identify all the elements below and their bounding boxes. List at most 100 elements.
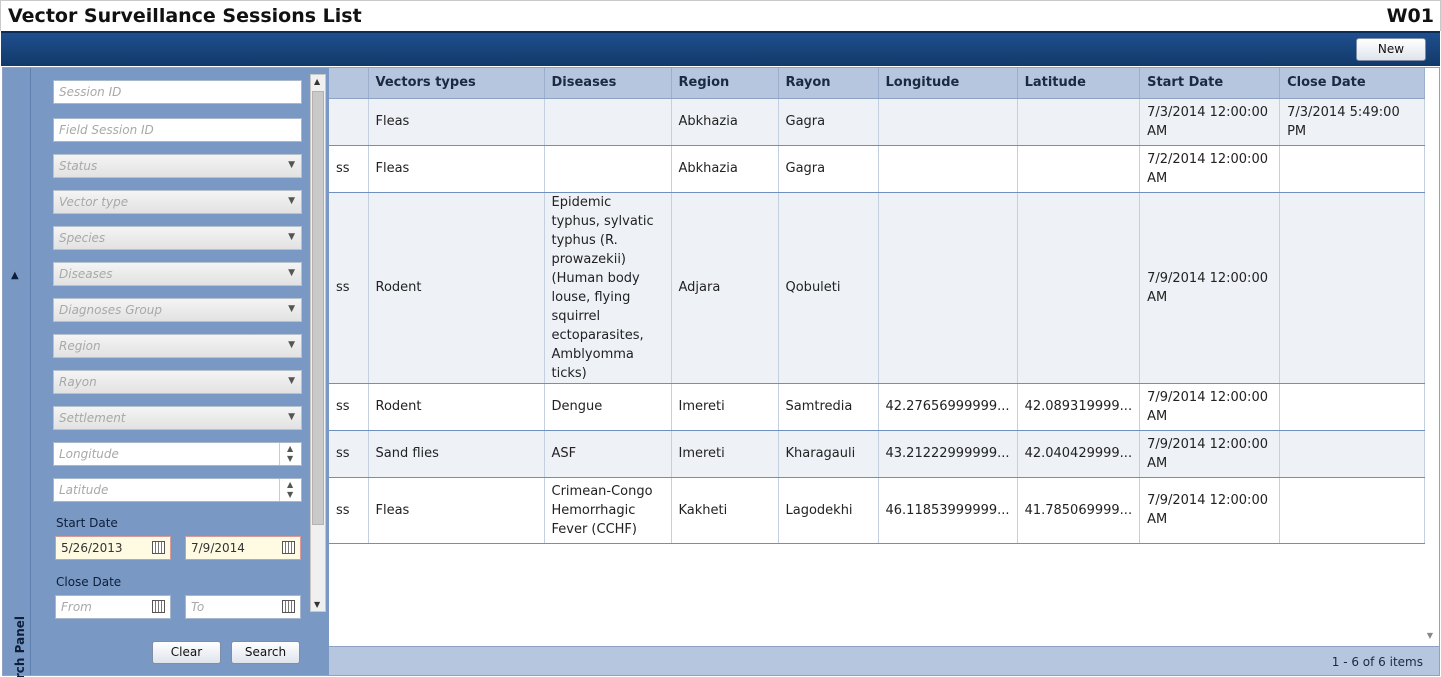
calendar-icon[interactable] bbox=[282, 541, 295, 554]
cell-status: ss bbox=[329, 383, 369, 431]
start-date-label: Start Date bbox=[56, 516, 118, 530]
column-header-region[interactable]: Region bbox=[671, 68, 779, 99]
table-row[interactable]: ss Rodent Dengue Imereti Samtredia 42.27… bbox=[329, 383, 1426, 431]
cell-status bbox=[329, 98, 369, 146]
start-date-to-input[interactable]: 7/9/2014 bbox=[185, 536, 301, 560]
settlement-select[interactable]: Settlement ▼ bbox=[53, 406, 302, 430]
table-row[interactable]: ss Rodent Epidemic typhus, sylvatic typh… bbox=[329, 192, 1426, 384]
pager-info: 1 - 6 of 6 items bbox=[1331, 655, 1423, 669]
cell-latitude bbox=[1017, 98, 1141, 146]
scroll-down-icon[interactable]: ▼ bbox=[314, 600, 320, 609]
close-date-to-input[interactable]: To bbox=[185, 595, 301, 619]
search-panel-scrollbar[interactable]: ▲ ▼ bbox=[310, 74, 326, 612]
column-header-diseases[interactable]: Diseases bbox=[544, 68, 672, 99]
cell-rayon: Qobuleti bbox=[778, 192, 879, 384]
start-date-from-input[interactable]: 5/26/2013 bbox=[55, 536, 171, 560]
cell-diseases: ASF bbox=[544, 430, 672, 478]
rayon-select[interactable]: Rayon ▼ bbox=[53, 370, 302, 394]
cell-longitude bbox=[878, 192, 1018, 384]
vector-type-select[interactable]: Vector type ▼ bbox=[53, 190, 302, 214]
session-id-input[interactable]: Session ID bbox=[53, 80, 302, 104]
chevron-down-icon: ▼ bbox=[288, 340, 295, 350]
scroll-down-icon[interactable]: ▼ bbox=[1427, 631, 1433, 640]
new-button[interactable]: New bbox=[1356, 38, 1426, 61]
cell-diseases: Epidemic typhus, sylvatic typhus (R. pro… bbox=[544, 192, 672, 384]
calendar-icon[interactable] bbox=[152, 541, 165, 554]
cell-diseases: Dengue bbox=[544, 383, 672, 431]
cell-close-date bbox=[1279, 192, 1426, 384]
scrollbar-thumb[interactable] bbox=[312, 91, 324, 525]
column-header-status[interactable] bbox=[329, 68, 369, 99]
cell-region: Kakheti bbox=[671, 477, 779, 544]
content-area: ▲ Search Panel Session ID Field Session … bbox=[2, 67, 1440, 677]
cell-vectors: Rodent bbox=[368, 383, 545, 431]
cell-longitude: 42.27656999999... bbox=[878, 383, 1018, 431]
longitude-input[interactable]: Longitude ▲ ▼ bbox=[53, 442, 302, 466]
longitude-spinner[interactable]: ▲ ▼ bbox=[279, 443, 301, 465]
cell-latitude bbox=[1017, 192, 1141, 384]
longitude-placeholder: Longitude bbox=[59, 447, 119, 461]
cell-diseases bbox=[544, 145, 672, 193]
calendar-icon[interactable] bbox=[152, 600, 165, 613]
page-title: Vector Surveillance Sessions List bbox=[8, 5, 362, 27]
cell-close-date bbox=[1279, 145, 1426, 193]
cell-start-date: 7/2/2014 12:00:00 AM bbox=[1139, 145, 1281, 193]
column-header-start-date[interactable]: Start Date bbox=[1139, 68, 1281, 99]
species-select[interactable]: Species ▼ bbox=[53, 226, 302, 250]
cell-status: ss bbox=[329, 477, 369, 544]
region-select[interactable]: Region ▼ bbox=[53, 334, 302, 358]
column-header-latitude[interactable]: Latitude bbox=[1017, 68, 1141, 99]
spin-up-icon[interactable]: ▲ bbox=[287, 480, 293, 489]
latitude-spinner[interactable]: ▲ ▼ bbox=[279, 479, 301, 501]
chevron-down-icon: ▼ bbox=[288, 376, 295, 386]
table-row[interactable]: ss Fleas Abkhazia Gagra 7/2/2014 12:00:0… bbox=[329, 145, 1426, 193]
spin-down-icon[interactable]: ▼ bbox=[287, 490, 293, 499]
cell-rayon: Gagra bbox=[778, 98, 879, 146]
column-header-rayon[interactable]: Rayon bbox=[778, 68, 879, 99]
search-panel-toggle[interactable]: ▲ Search Panel bbox=[3, 68, 31, 677]
status-select[interactable]: Status ▼ bbox=[53, 154, 302, 178]
latitude-placeholder: Latitude bbox=[59, 483, 109, 497]
cell-status: ss bbox=[329, 192, 369, 384]
column-header-longitude[interactable]: Longitude bbox=[878, 68, 1018, 99]
chevron-down-icon: ▼ bbox=[288, 160, 295, 170]
chevron-down-icon: ▼ bbox=[288, 232, 295, 242]
cell-vectors: Fleas bbox=[368, 145, 545, 193]
grid-footer: 1 - 6 of 6 items bbox=[329, 646, 1439, 675]
page-code: W01 bbox=[1386, 5, 1434, 27]
table-row[interactable]: ss Sand flies ASF Imereti Kharagauli 43.… bbox=[329, 430, 1426, 478]
cell-close-date bbox=[1279, 383, 1426, 431]
column-header-vectors-types[interactable]: Vectors types bbox=[368, 68, 545, 99]
latitude-input[interactable]: Latitude ▲ ▼ bbox=[53, 478, 302, 502]
status-placeholder: Status bbox=[59, 159, 98, 173]
cell-vectors: Fleas bbox=[368, 98, 545, 146]
spin-up-icon[interactable]: ▲ bbox=[287, 444, 293, 453]
settlement-placeholder: Settlement bbox=[59, 411, 126, 425]
session-id-placeholder: Session ID bbox=[59, 85, 122, 99]
column-header-close-date[interactable]: Close Date bbox=[1279, 68, 1426, 99]
cell-diseases: Crimean-Congo Hemorrhagic Fever (CCHF) bbox=[544, 477, 672, 544]
field-session-id-input[interactable]: Field Session ID bbox=[53, 118, 302, 142]
diagnoses-group-select[interactable]: Diagnoses Group ▼ bbox=[53, 298, 302, 322]
cell-close-date bbox=[1279, 430, 1426, 478]
table-row[interactable]: ss Fleas Crimean-Congo Hemorrhagic Fever… bbox=[329, 477, 1426, 544]
search-panel-label: Search Panel bbox=[13, 616, 27, 677]
chevron-down-icon: ▼ bbox=[288, 412, 295, 422]
close-date-from-placeholder: From bbox=[61, 600, 92, 614]
table-header-row: Vectors types Diseases Region Rayon Long… bbox=[329, 68, 1426, 99]
cell-longitude: 43.21222999999... bbox=[878, 430, 1018, 478]
diseases-select[interactable]: Diseases ▼ bbox=[53, 262, 302, 286]
toolbar: New bbox=[1, 31, 1440, 66]
cell-start-date: 7/9/2014 12:00:00 AM bbox=[1139, 430, 1281, 478]
cell-longitude bbox=[878, 98, 1018, 146]
table-row[interactable]: Fleas Abkhazia Gagra 7/3/2014 12:00:00 A… bbox=[329, 98, 1426, 146]
collapse-arrow-icon[interactable]: ▲ bbox=[11, 270, 19, 281]
cell-region: Abkhazia bbox=[671, 98, 779, 146]
calendar-icon[interactable] bbox=[282, 600, 295, 613]
cell-close-date bbox=[1279, 477, 1426, 544]
search-button[interactable]: Search bbox=[231, 641, 300, 664]
spin-down-icon[interactable]: ▼ bbox=[287, 454, 293, 463]
scroll-up-icon[interactable]: ▲ bbox=[314, 77, 320, 86]
clear-button[interactable]: Clear bbox=[152, 641, 221, 664]
close-date-from-input[interactable]: From bbox=[55, 595, 171, 619]
